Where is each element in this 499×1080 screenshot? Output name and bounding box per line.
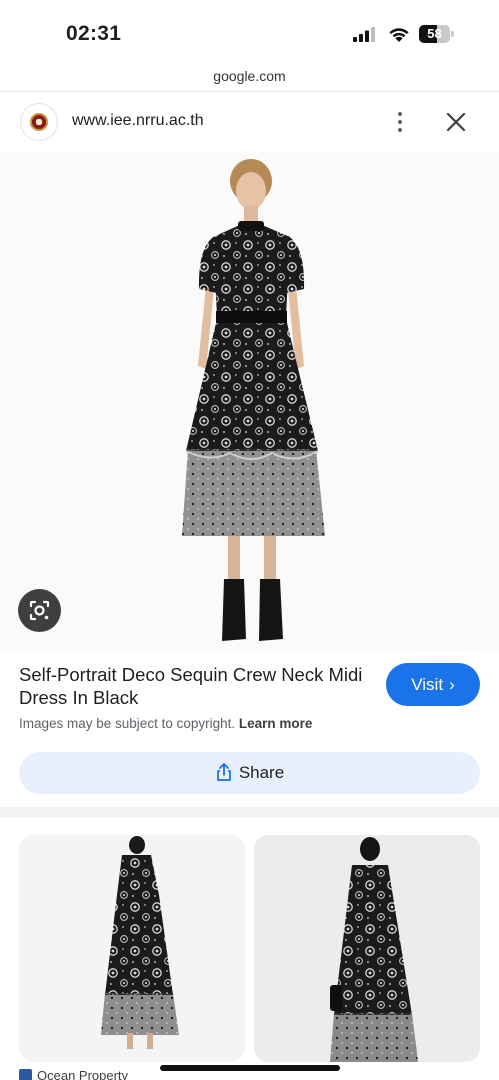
share-button[interactable]: Share: [19, 752, 480, 794]
site-favicon-icon: [20, 103, 58, 141]
image-viewer-page: 02:31 58 google.com www.iee.nrru.ac.th S…: [0, 0, 499, 1080]
chevron-right-icon: ›: [449, 675, 455, 694]
battery-icon: 58: [419, 25, 455, 43]
result-image[interactable]: [0, 151, 499, 651]
dress-model-image: [182, 159, 325, 641]
signal-icon: [353, 27, 375, 42]
wifi-icon: [389, 28, 409, 42]
share-icon: [216, 763, 231, 781]
related-image-2[interactable]: [254, 835, 480, 1062]
related-source-label: Ocean Property: [37, 1068, 129, 1080]
learn-more-link[interactable]: Learn more: [239, 716, 313, 731]
lens-button[interactable]: [18, 589, 61, 632]
related-image-1[interactable]: [19, 835, 245, 1062]
close-icon[interactable]: [444, 110, 468, 134]
visit-label: Visit: [411, 675, 444, 694]
related-source-1[interactable]: Ocean Property: [19, 1068, 128, 1080]
result-title[interactable]: Self-Portrait Deco Sequin Crew Neck Midi…: [19, 663, 374, 709]
battery-level-text: 58: [427, 26, 442, 41]
section-divider: [0, 807, 499, 818]
share-label: Share: [238, 763, 285, 782]
browser-url[interactable]: google.com: [0, 62, 499, 92]
copyright-notice: Images may be subject to copyright. Lear…: [19, 716, 312, 731]
more-vert-icon[interactable]: [388, 109, 412, 135]
site-favicon-icon: [19, 1069, 32, 1080]
status-time: 02:31: [66, 22, 122, 45]
visit-button[interactable]: Visit ›: [386, 663, 480, 706]
lens-icon: [29, 600, 50, 621]
related-dress-image-1: [101, 836, 179, 1049]
home-indicator[interactable]: [160, 1065, 340, 1071]
related-dress-image-2: [330, 837, 418, 1062]
source-domain[interactable]: www.iee.nrru.ac.th: [72, 112, 204, 130]
source-header: www.iee.nrru.ac.th: [0, 93, 499, 151]
status-bar: 02:31 58: [0, 0, 499, 62]
copyright-text: Images may be subject to copyright.: [19, 716, 236, 731]
